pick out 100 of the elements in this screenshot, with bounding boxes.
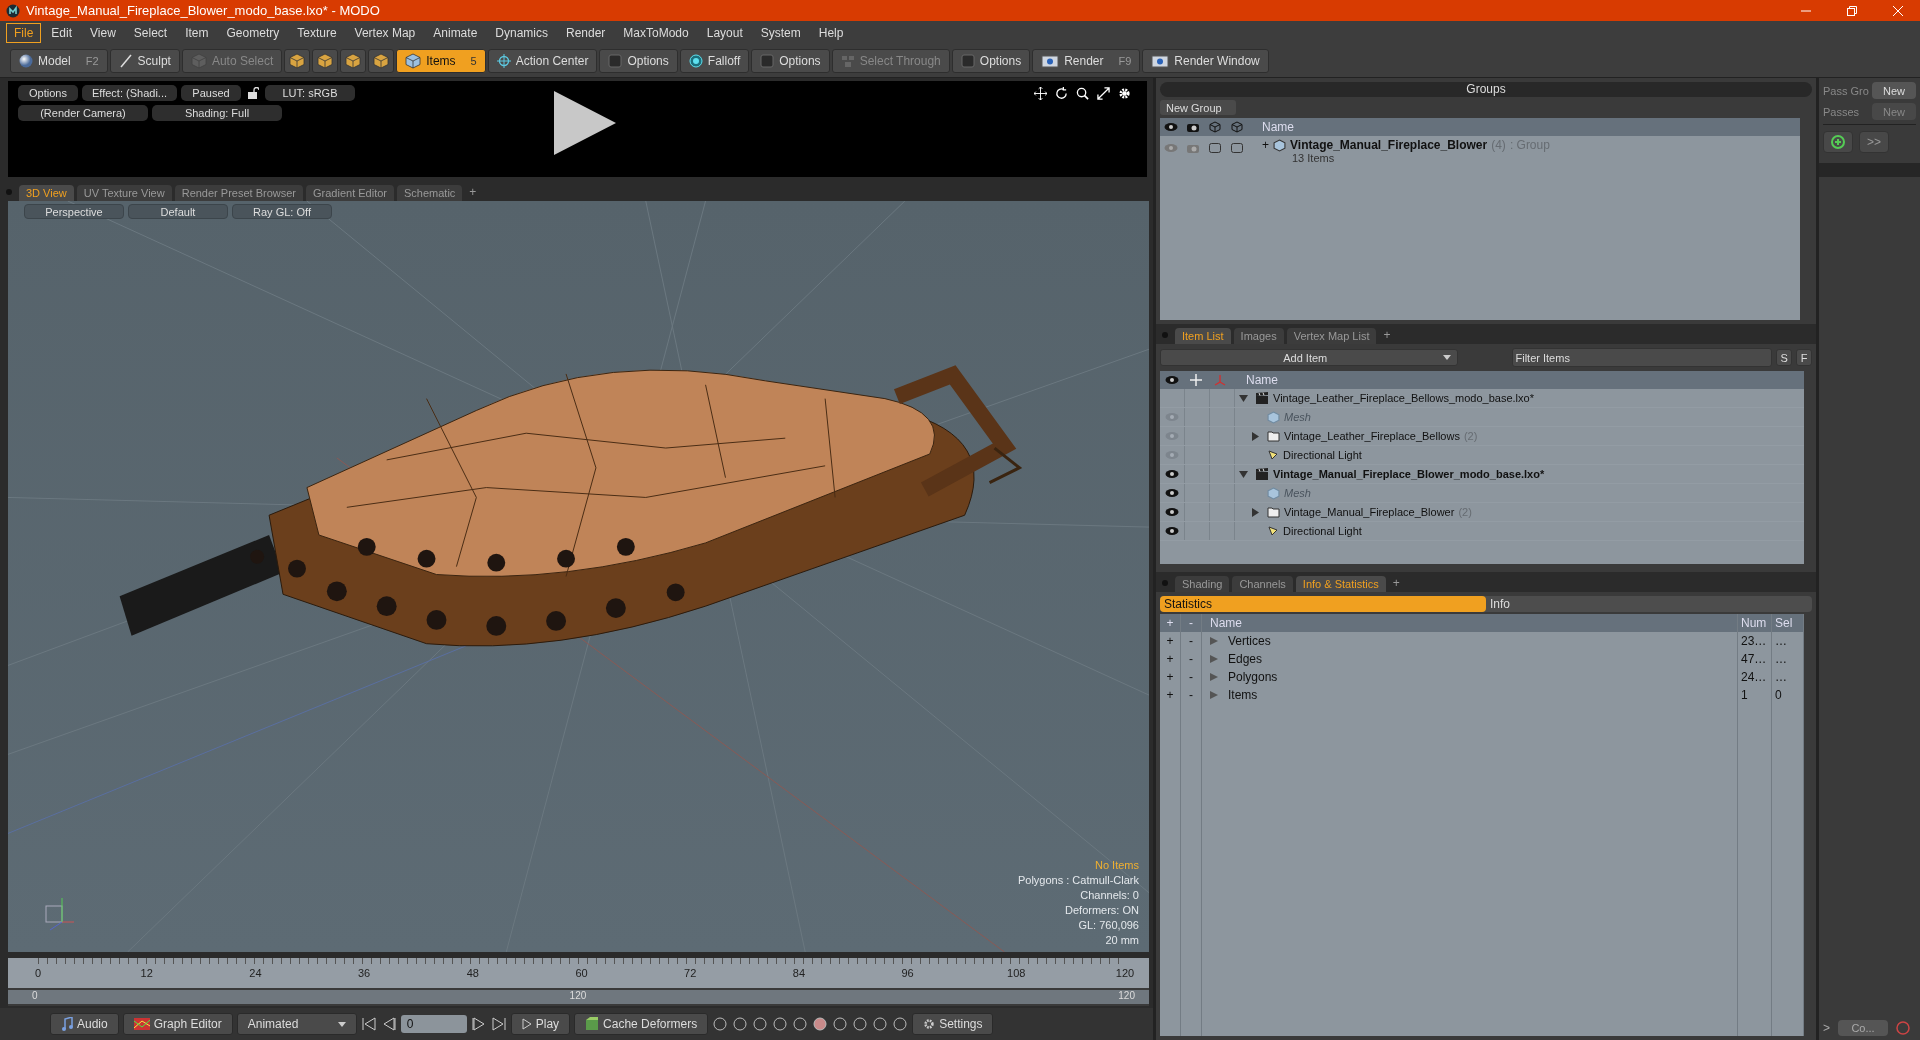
remove-button[interactable]: - <box>1181 686 1202 704</box>
add-button[interactable]: + <box>1160 668 1181 686</box>
preview-option-button[interactable]: Shading: Full <box>152 105 282 121</box>
view-tab[interactable]: UV Texture View <box>76 185 172 201</box>
key-tool-icon[interactable] <box>852 1016 869 1032</box>
scene-row[interactable]: Vintage_Manual_Fireplace_Blower_modo_base.lxo* <box>1160 465 1804 484</box>
add-button[interactable]: + <box>1160 650 1181 668</box>
add-item-dropdown[interactable]: Add Item <box>1160 349 1459 366</box>
expand-arrow-icon[interactable] <box>1210 691 1218 699</box>
close-icon[interactable] <box>1892 4 1904 17</box>
preview-option-button[interactable]: Paused <box>181 85 241 101</box>
key-tool-icon[interactable] <box>732 1016 749 1032</box>
key-tool-icon[interactable] <box>772 1016 789 1032</box>
remove-button[interactable]: - <box>1181 668 1202 686</box>
timeline[interactable]: 0 12 24 36 48 60 72 84 96 108 120 0 120 120 <box>8 958 1149 1006</box>
selection-mode-button[interactable] <box>284 49 311 73</box>
panel-tab[interactable]: Channels <box>1232 576 1293 592</box>
play-button[interactable]: Play <box>510 1013 571 1035</box>
key-tool-icon[interactable] <box>752 1016 769 1032</box>
expand-arrow-icon[interactable] <box>1239 469 1248 479</box>
sculpt-button[interactable]: Sculpt <box>109 49 180 73</box>
menu-item[interactable]: Select <box>125 23 176 43</box>
add-pass-button[interactable] <box>1823 131 1853 153</box>
restore-icon[interactable] <box>1846 4 1858 17</box>
item-row[interactable]: Directional Light <box>1160 522 1804 541</box>
checkbox-icon[interactable] <box>1228 143 1246 153</box>
key-tool-icon[interactable] <box>792 1016 809 1032</box>
new-pass-group-button[interactable]: New <box>1872 82 1916 99</box>
add-button[interactable]: + <box>1160 686 1181 704</box>
menu-item[interactable]: Render <box>558 23 614 43</box>
menu-item[interactable]: Dynamics <box>487 23 556 43</box>
viewport-option-button[interactable]: Default <box>128 204 228 219</box>
collapse-toggle[interactable]: > <box>1823 1021 1830 1035</box>
render-button[interactable]: Render F9 <box>1032 49 1141 73</box>
panel-tab[interactable]: Item List <box>1175 328 1231 344</box>
move-icon[interactable] <box>1034 87 1047 100</box>
add-tab-button[interactable]: + <box>1379 326 1395 344</box>
graph-editor-button[interactable]: Graph Editor <box>122 1013 233 1035</box>
view-tab[interactable]: Schematic <box>397 185 463 201</box>
checkbox-icon[interactable] <box>1206 143 1224 153</box>
menu-item[interactable]: Edit <box>43 23 81 43</box>
filter-field[interactable]: Filter Items <box>1512 348 1773 367</box>
viewport-option-button[interactable]: Perspective <box>24 204 124 219</box>
panel-tab[interactable]: Info & Statistics <box>1295 576 1386 592</box>
add-button[interactable]: + <box>1160 632 1181 650</box>
options-button[interactable]: Options <box>751 49 830 73</box>
falloff-button[interactable]: Falloff <box>679 49 750 73</box>
key-tool-icon[interactable] <box>892 1016 909 1032</box>
expand-arrow-icon[interactable] <box>1210 655 1218 663</box>
rotate-icon[interactable] <box>1055 87 1068 100</box>
render-window-button[interactable]: Render Window <box>1142 49 1269 73</box>
filter-option-button[interactable]: F <box>1796 349 1812 366</box>
sub-tab[interactable]: Statistics <box>1160 596 1486 612</box>
key-tool-icon[interactable] <box>832 1016 849 1032</box>
panel-tab[interactable]: Images <box>1233 328 1284 344</box>
cache-deformers-button[interactable]: Cache Deformers <box>574 1013 709 1035</box>
options-button[interactable]: Options <box>951 49 1031 73</box>
view-tab[interactable]: 3D View <box>19 185 74 201</box>
panel-tab[interactable]: Shading <box>1175 576 1230 592</box>
maximize-icon[interactable] <box>1097 87 1110 100</box>
visibility-eye-icon[interactable] <box>1165 507 1179 517</box>
add-tab-button[interactable]: + <box>1388 574 1404 592</box>
selection-mode-button[interactable] <box>340 49 367 73</box>
expand-arrow-icon[interactable] <box>1239 393 1248 403</box>
record-icon[interactable] <box>1896 1021 1910 1035</box>
step-forward-icon[interactable] <box>470 1017 487 1031</box>
action-center-button[interactable]: Action Center <box>487 49 598 73</box>
settings-icon[interactable] <box>1118 87 1131 100</box>
expand-arrow-icon[interactable] <box>1210 637 1218 645</box>
sub-tab[interactable]: Info <box>1486 596 1812 612</box>
remove-button[interactable]: - <box>1181 650 1202 668</box>
menu-item[interactable]: Geometry <box>218 23 288 43</box>
search-icon[interactable] <box>1076 87 1089 100</box>
preview-option-button[interactable]: Options <box>18 85 78 101</box>
scene-row[interactable]: Vintage_Leather_Fireplace_Bellows_modo_base.lxo* <box>1160 389 1804 408</box>
selection-mode-button[interactable] <box>312 49 339 73</box>
menu-item[interactable]: View <box>82 23 124 43</box>
frame-field[interactable]: 0 <box>400 1015 467 1033</box>
view-tab[interactable]: Gradient Editor <box>306 185 394 201</box>
remove-button[interactable]: - <box>1181 632 1202 650</box>
preview-option-button[interactable]: (Render Camera) <box>18 105 148 121</box>
skip-start-icon[interactable] <box>360 1017 377 1031</box>
menu-item[interactable]: System <box>752 23 809 43</box>
key-tool-icon[interactable] <box>872 1016 889 1032</box>
panel-tab[interactable]: Vertex Map List <box>1286 328 1377 344</box>
viewport-option-button[interactable]: Ray GL: Off <box>232 204 332 219</box>
expand-arrow-icon[interactable] <box>1251 431 1260 441</box>
add-tab-button[interactable]: + <box>465 183 481 201</box>
menu-item[interactable]: Vertex Map <box>346 23 424 43</box>
menu-item[interactable]: Help <box>810 23 852 43</box>
play-icon[interactable] <box>552 91 616 155</box>
visibility-eye-icon[interactable] <box>1165 469 1179 479</box>
animation-mode-dropdown[interactable]: Animated <box>236 1013 357 1035</box>
expand-arrow-icon[interactable] <box>1210 673 1218 681</box>
menu-item[interactable]: Texture <box>289 23 345 43</box>
key-tool-icon[interactable] <box>712 1016 729 1032</box>
model-mode-button[interactable]: Model F2 <box>10 49 108 73</box>
preview-option-button[interactable]: Effect: (Shadi... <box>82 85 177 101</box>
visibility-eye-icon[interactable] <box>1165 526 1179 536</box>
menu-item[interactable]: Item <box>177 23 217 43</box>
